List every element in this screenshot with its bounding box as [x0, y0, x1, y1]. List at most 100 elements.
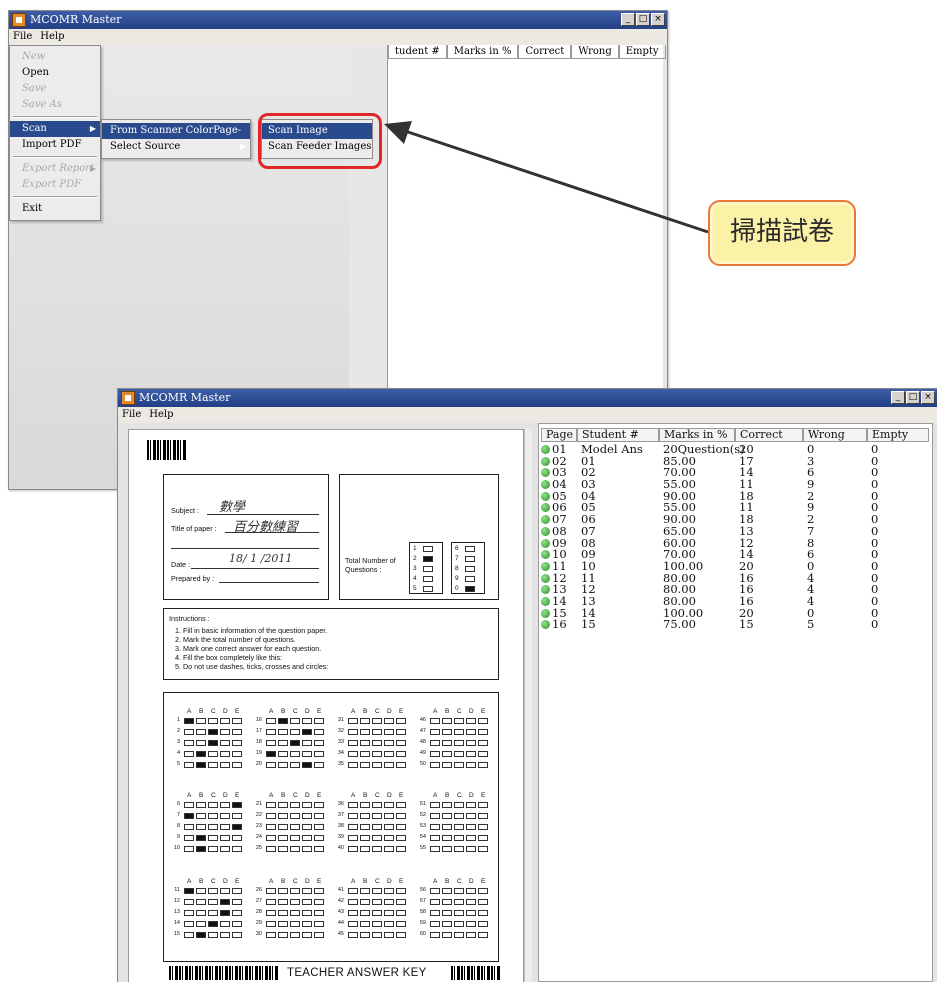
answer-bubble: [196, 729, 206, 735]
answer-bubble: [478, 718, 488, 724]
results-list: Page Student # Marks in % Correct Wrong …: [538, 423, 933, 982]
answer-bubble: [478, 899, 488, 905]
answer-bubble: [478, 910, 488, 916]
menu-file[interactable]: File: [13, 29, 32, 45]
answer-bubble: [360, 835, 370, 841]
instruction-line: 3. Mark one correct answer for each ques…: [175, 644, 322, 653]
answer-bubble: [278, 846, 288, 852]
choice-letter: D: [387, 878, 392, 885]
choice-letter: C: [211, 792, 216, 799]
back-col-empty[interactable]: Empty: [618, 45, 666, 59]
choice-letter: A: [269, 878, 274, 885]
table-row[interactable]: 16 15 75.00 15 5 0: [541, 617, 929, 632]
answer-bubble: [372, 910, 382, 916]
back-col-marks[interactable]: Marks in %: [446, 45, 519, 59]
sheet-scrollbar[interactable]: [524, 429, 532, 982]
cell-empty: 0: [871, 617, 879, 632]
digit-bubble: [465, 556, 475, 562]
cell-marks: 75.00: [663, 617, 696, 632]
back-col-correct[interactable]: Correct: [518, 45, 572, 59]
question-number: 39: [337, 834, 344, 840]
choice-letter: D: [387, 708, 392, 715]
menu-item-save: Save: [22, 83, 47, 94]
close-button[interactable]: ×: [921, 391, 935, 404]
back-col-wrong[interactable]: Wrong: [571, 45, 619, 59]
back-title-bar: MCOMR Master _ □ ×: [9, 11, 667, 29]
menu-item-exit[interactable]: Exit: [10, 201, 100, 217]
back-col-student[interactable]: tudent #: [388, 45, 447, 59]
answer-bubble: [184, 762, 194, 768]
answer-bubble: [314, 762, 324, 768]
choice-letter: E: [481, 708, 486, 715]
menu-help[interactable]: Help: [40, 29, 64, 45]
choice-letter: C: [211, 708, 216, 715]
choice-letter: B: [445, 708, 450, 715]
answer-bubble: [430, 740, 440, 746]
minimize-button[interactable]: _: [891, 391, 905, 404]
answer-bubble: [208, 846, 218, 852]
answer-bubble: [396, 824, 406, 830]
answer-bubble: [266, 910, 276, 916]
answer-bubble: [384, 899, 394, 905]
menu-item-from-scanner[interactable]: From Scanner ColorPage-SF600 ▶: [102, 123, 250, 152]
status-dot-icon: [541, 515, 550, 525]
answer-bubble: [396, 846, 406, 852]
answer-bubble: [220, 846, 230, 852]
maximize-button[interactable]: □: [636, 13, 650, 26]
question-number: 17: [255, 728, 262, 734]
choice-letter: A: [433, 708, 438, 715]
minimize-button[interactable]: _: [621, 13, 635, 26]
answer-bubble: [232, 921, 242, 927]
status-dot-icon: [541, 538, 550, 548]
answer-bubble: [314, 846, 324, 852]
question-number: 20: [255, 761, 262, 767]
menu-item-select-source[interactable]: Select Source: [102, 139, 250, 155]
col-marks[interactable]: Marks in %: [659, 428, 735, 442]
instruction-line: 5. Do not use dashes, ticks, crosses and…: [175, 662, 329, 671]
choice-letter: B: [363, 878, 368, 885]
answer-bubble: [184, 888, 194, 894]
menu-item-scan[interactable]: Scan ▶: [10, 121, 100, 137]
menu-file[interactable]: File: [122, 407, 141, 423]
answer-bubble: [478, 813, 488, 819]
answer-key-label: TEACHER ANSWER KEY: [287, 967, 427, 979]
answer-bubble: [302, 846, 312, 852]
col-correct[interactable]: Correct: [735, 428, 803, 442]
answer-bubble: [396, 762, 406, 768]
question-number: 21: [255, 801, 262, 807]
col-student[interactable]: Student #: [577, 428, 659, 442]
date-label: Date :: [171, 560, 191, 569]
col-empty[interactable]: Empty: [867, 428, 929, 442]
answer-bubble: [314, 888, 324, 894]
question-number: 45: [337, 931, 344, 937]
col-page[interactable]: Page: [541, 428, 577, 442]
status-dot-icon: [541, 561, 550, 571]
menu-item-open[interactable]: Open: [10, 65, 100, 81]
maximize-button[interactable]: □: [906, 391, 920, 404]
choice-letter: A: [269, 708, 274, 715]
menu-item-import-pdf[interactable]: Import PDF: [10, 137, 100, 153]
answer-bubble: [360, 921, 370, 927]
answer-bubble: [232, 729, 242, 735]
col-wrong[interactable]: Wrong: [803, 428, 867, 442]
close-button[interactable]: ×: [651, 13, 665, 26]
answer-bubble: [478, 802, 488, 808]
menu-help[interactable]: Help: [149, 407, 173, 423]
answer-bubble: [302, 802, 312, 808]
front-window-title: MCOMR Master: [139, 391, 231, 404]
answer-bubble: [196, 813, 206, 819]
question-number: 22: [255, 812, 262, 818]
digit-bubble: [423, 546, 433, 552]
answer-bubble: [196, 751, 206, 757]
answer-bubble: [478, 888, 488, 894]
answer-bubble: [266, 846, 276, 852]
title-value: 百分數練習: [233, 520, 299, 535]
answer-bubble: [360, 802, 370, 808]
answer-bubble: [196, 888, 206, 894]
answer-bubble: [314, 802, 324, 808]
answer-bubble: [290, 824, 300, 830]
answer-bubble: [396, 729, 406, 735]
answer-bubble: [208, 824, 218, 830]
answer-bubble: [478, 729, 488, 735]
answer-bubble: [278, 740, 288, 746]
